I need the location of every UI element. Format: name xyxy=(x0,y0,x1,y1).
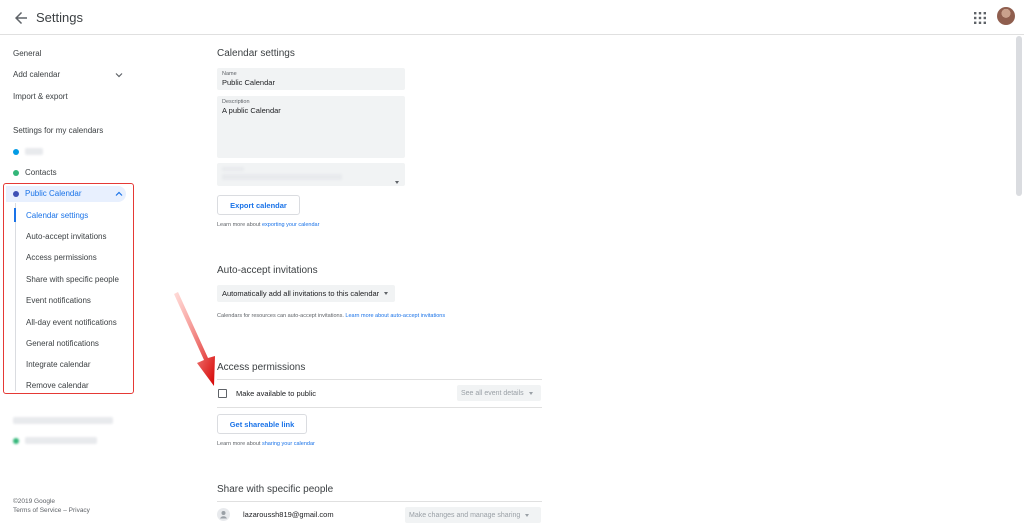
access-permissions-heading: Access permissions xyxy=(217,362,306,373)
sidebar-item-contacts[interactable]: Contacts xyxy=(25,168,57,177)
top-bar: Settings xyxy=(0,0,1024,35)
export-learn-more-link[interactable]: exporting your calendar xyxy=(262,222,319,228)
blurred-calendar-name[interactable] xyxy=(25,148,43,155)
dropdown-arrow-icon xyxy=(395,171,399,189)
divider xyxy=(217,379,542,380)
description-field[interactable]: Description A public Calendar xyxy=(217,96,405,158)
annotation-highlight-box xyxy=(3,183,134,394)
visibility-select-value: See all event details xyxy=(461,389,524,397)
auto-accept-learn-more-link[interactable]: Learn more about auto-accept invitations xyxy=(345,313,445,319)
name-field-value: Public Calendar xyxy=(222,78,275,87)
description-field-label: Description xyxy=(222,99,250,105)
sidebar-item-general[interactable]: General xyxy=(13,49,41,58)
sharing-learn-more: Learn more about sharing your calendar xyxy=(217,441,315,447)
sidebar-item-import-export[interactable]: Import & export xyxy=(13,92,68,101)
footer-copyright: ©2019 Google xyxy=(13,498,56,505)
blurred-calendar-dot xyxy=(13,438,19,444)
export-calendar-button[interactable]: Export calendar xyxy=(217,195,300,215)
visibility-select[interactable]: See all event details xyxy=(457,385,541,401)
sidebar: General Add calendar Import & export Set… xyxy=(0,36,200,520)
chevron-down-icon[interactable] xyxy=(115,71,123,79)
get-shareable-link-button[interactable]: Get shareable link xyxy=(217,414,307,434)
section-my-calendars: Settings for my calendars xyxy=(13,126,104,135)
export-learn-more-text: Learn more about xyxy=(217,222,262,228)
apps-grid-icon[interactable] xyxy=(973,11,987,25)
annotation-arrow-icon xyxy=(174,292,215,386)
dropdown-arrow-icon xyxy=(384,292,389,295)
permission-select-value: Make changes and manage sharing xyxy=(409,511,521,519)
user-avatar[interactable] xyxy=(997,7,1015,25)
sharing-learn-more-link[interactable]: sharing your calendar xyxy=(262,441,315,447)
export-learn-more: Learn more about exporting your calendar xyxy=(217,222,319,228)
sidebar-item-add-calendar[interactable]: Add calendar xyxy=(13,70,60,79)
auto-accept-heading: Auto-accept invitations xyxy=(217,265,318,276)
blurred-calendar-name[interactable] xyxy=(25,437,97,444)
description-field-value: A public Calendar xyxy=(222,106,281,115)
shared-user-email: lazaroussh819@gmail.com xyxy=(243,510,334,519)
dropdown-arrow-icon xyxy=(528,391,533,395)
calendar-settings-heading: Calendar settings xyxy=(217,48,295,59)
blurred-timezone-value xyxy=(222,174,342,180)
scrollbar[interactable] xyxy=(1016,36,1022,196)
contacts-color-dot xyxy=(13,170,19,176)
auto-accept-select[interactable]: Automatically add all invitations to thi… xyxy=(217,285,395,302)
footer-links[interactable]: Terms of Service – Privacy xyxy=(13,507,90,514)
blurred-section-heading xyxy=(13,417,113,424)
share-people-heading: Share with specific people xyxy=(217,484,334,495)
divider xyxy=(217,501,542,502)
name-field-label: Name xyxy=(222,71,237,77)
divider xyxy=(217,407,542,408)
make-public-label: Make available to public xyxy=(236,389,317,398)
auto-accept-note-text: Calendars for resources can auto-accept … xyxy=(217,313,346,319)
page-title: Settings xyxy=(36,10,83,25)
blurred-timezone-label xyxy=(222,167,244,171)
auto-accept-select-value: Automatically add all invitations to thi… xyxy=(222,289,380,298)
dropdown-arrow-icon xyxy=(525,513,530,517)
make-public-checkbox[interactable] xyxy=(218,389,227,398)
auto-accept-note: Calendars for resources can auto-accept … xyxy=(217,313,445,319)
calendar-color-dot xyxy=(13,149,19,155)
permission-select[interactable]: Make changes and manage sharing xyxy=(405,507,541,523)
back-arrow-icon[interactable] xyxy=(12,9,30,27)
timezone-select[interactable] xyxy=(217,163,405,186)
person-icon xyxy=(217,508,230,521)
settings-content: Calendar settings Name Public Calendar D… xyxy=(200,36,1016,523)
sharing-learn-more-text: Learn more about xyxy=(217,441,262,447)
name-field[interactable]: Name Public Calendar xyxy=(217,68,405,90)
